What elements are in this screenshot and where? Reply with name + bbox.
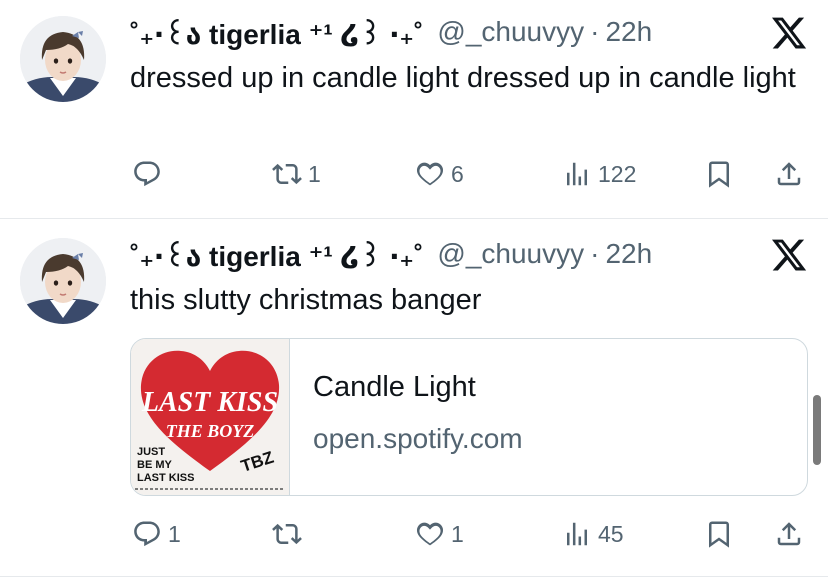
like-count: 1 — [451, 520, 464, 547]
separator: · — [590, 238, 600, 269]
x-logo-icon — [770, 236, 808, 274]
like-button[interactable]: 6 — [415, 154, 464, 194]
share-button[interactable] — [774, 154, 804, 194]
tweet-header: ˚₊‧꒰ა tigerlia ⁺¹ ໒꒱ ‧₊˚ @_chuuvyy · 22h — [130, 234, 768, 274]
cover-text: BE MY — [137, 459, 173, 471]
retweet-icon — [272, 519, 302, 549]
timestamp[interactable]: 22h — [605, 16, 652, 48]
bookmark-button[interactable] — [704, 514, 734, 554]
card-domain: open.spotify.com — [313, 423, 523, 454]
scrollbar[interactable] — [813, 395, 821, 465]
tweet-actions: 1 6 122 — [130, 154, 810, 194]
avatar[interactable] — [20, 16, 106, 102]
views-button[interactable]: 45 — [562, 514, 624, 554]
share-icon — [774, 159, 804, 189]
user-handle[interactable]: @_chuuvyy — [437, 238, 584, 270]
user-handle[interactable]: @_chuuvyy — [437, 16, 584, 48]
retweet-button[interactable] — [272, 514, 308, 554]
reply-button[interactable]: 1 — [132, 514, 181, 554]
album-cover-art: LAST KISS THE BOYZ JUST BE MY LAST KISS … — [131, 339, 289, 495]
display-name[interactable]: ˚₊‧꒰ა tigerlia ⁺¹ ໒꒱ ‧₊˚ — [130, 14, 423, 51]
avatar-image — [20, 16, 106, 102]
tweet[interactable]: ˚₊‧꒰ა tigerlia ⁺¹ ໒꒱ ‧₊˚ @_chuuvyy · 22h… — [0, 0, 828, 218]
reply-icon — [132, 519, 162, 549]
views-count: 45 — [598, 520, 624, 547]
heart-icon — [415, 519, 445, 549]
views-icon — [562, 159, 592, 189]
cover-text: JUST — [137, 446, 165, 458]
bookmark-icon — [704, 159, 734, 189]
heart-icon — [415, 159, 445, 189]
views-button[interactable]: 122 — [562, 154, 636, 194]
share-icon — [774, 519, 804, 549]
like-button[interactable]: 1 — [415, 514, 464, 554]
album-cover: LAST KISS THE BOYZ JUST BE MY LAST KISS … — [131, 339, 290, 495]
bookmark-icon — [704, 519, 734, 549]
cover-title: LAST KISS — [141, 387, 278, 418]
tweet[interactable]: ˚₊‧꒰ა tigerlia ⁺¹ ໒꒱ ‧₊˚ @_chuuvyy · 22h… — [0, 220, 828, 580]
avatar[interactable] — [20, 238, 106, 324]
tweet-actions: 1 1 45 — [130, 514, 810, 554]
cover-artist: THE BOYZ — [166, 421, 255, 441]
tweet-text: this slutty christmas banger — [130, 284, 482, 316]
tweet-text: dressed up in candle light dressed up in… — [130, 62, 796, 94]
divider — [0, 218, 828, 219]
avatar-image — [20, 238, 106, 324]
tweet-header: ˚₊‧꒰ა tigerlia ⁺¹ ໒꒱ ‧₊˚ @_chuuvyy · 22h — [130, 12, 768, 52]
reply-icon — [132, 159, 162, 189]
retweet-button[interactable]: 1 — [272, 154, 321, 194]
views-count: 122 — [598, 160, 637, 187]
bookmark-button[interactable] — [704, 154, 734, 194]
retweet-count: 1 — [308, 160, 321, 187]
like-count: 6 — [451, 160, 464, 187]
link-card[interactable]: LAST KISS THE BOYZ JUST BE MY LAST KISS … — [130, 338, 808, 496]
cover-text: LAST KISS — [137, 472, 194, 484]
reply-button[interactable] — [132, 154, 168, 194]
views-icon — [562, 519, 592, 549]
display-name[interactable]: ˚₊‧꒰ა tigerlia ⁺¹ ໒꒱ ‧₊˚ — [130, 236, 423, 273]
reply-count: 1 — [168, 520, 181, 547]
card-title: Candle Light — [313, 371, 476, 403]
share-button[interactable] — [774, 514, 804, 554]
separator: · — [590, 16, 600, 47]
x-logo-icon — [770, 14, 808, 52]
timestamp[interactable]: 22h — [605, 238, 652, 270]
retweet-icon — [272, 159, 302, 189]
divider — [0, 576, 828, 577]
